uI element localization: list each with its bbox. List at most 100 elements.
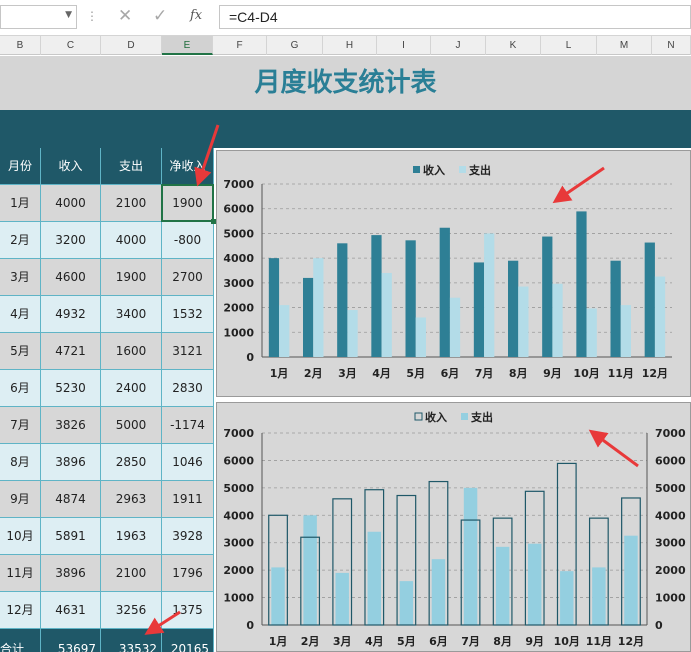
table-cell-income[interactable]: 4000 bbox=[41, 185, 101, 222]
column-header-k[interactable]: K bbox=[486, 36, 541, 55]
table-cell-income[interactable]: 4932 bbox=[41, 296, 101, 333]
insert-function-button[interactable]: fx bbox=[190, 8, 202, 23]
column-header-g[interactable]: G bbox=[267, 36, 323, 55]
selected-cell[interactable] bbox=[161, 184, 214, 222]
table-cell-expense[interactable]: 3256 bbox=[101, 592, 162, 629]
x-tick-label: 3月 bbox=[333, 635, 352, 648]
bar-expense bbox=[279, 305, 290, 357]
table-cell-month[interactable]: 5月 bbox=[0, 333, 41, 370]
table-cell-income[interactable]: 3200 bbox=[41, 222, 101, 259]
chevron-down-icon[interactable]: ▼ bbox=[65, 10, 72, 20]
table-cell-month[interactable]: 4月 bbox=[0, 296, 41, 333]
column-header-m[interactable]: M bbox=[597, 36, 652, 55]
table-cell-net[interactable]: -800 bbox=[162, 222, 214, 259]
table-cell-net[interactable]: 3121 bbox=[162, 333, 214, 370]
table-cell-month[interactable]: 3月 bbox=[0, 259, 41, 296]
table-cell-net[interactable]: 1911 bbox=[162, 481, 214, 518]
table-cell-net[interactable]: 1375 bbox=[162, 592, 214, 629]
y2-tick-label: 2000 bbox=[655, 564, 686, 577]
table-cell-expense[interactable]: 5000 bbox=[101, 407, 162, 444]
table-cell-expense[interactable]: 1963 bbox=[101, 518, 162, 555]
column-header-i[interactable]: I bbox=[377, 36, 431, 55]
table-cell-net[interactable]: 1046 bbox=[162, 444, 214, 481]
cancel-icon[interactable]: ✕ bbox=[118, 6, 132, 26]
table-cell-net[interactable]: -1174 bbox=[162, 407, 214, 444]
more-options-icon[interactable]: ⋮ bbox=[86, 9, 98, 23]
column-header-e[interactable]: E bbox=[162, 36, 213, 55]
bar-income bbox=[576, 211, 587, 357]
column-header-l[interactable]: L bbox=[541, 36, 597, 55]
table-cell-expense[interactable]: 2100 bbox=[101, 555, 162, 592]
x-tick-label: 12月 bbox=[642, 367, 668, 380]
table-cell-expense[interactable]: 2850 bbox=[101, 444, 162, 481]
table-cell-net[interactable]: 2830 bbox=[162, 370, 214, 407]
table-cell-month[interactable]: 11月 bbox=[0, 555, 41, 592]
table-cell-income[interactable]: 3826 bbox=[41, 407, 101, 444]
x-tick-label: 11月 bbox=[608, 367, 634, 380]
x-tick-label: 6月 bbox=[429, 635, 448, 648]
x-tick-label: 12月 bbox=[618, 635, 644, 648]
column-header-h[interactable]: H bbox=[323, 36, 377, 55]
bar-expense bbox=[586, 308, 597, 357]
table-cell-expense[interactable]: 3400 bbox=[101, 296, 162, 333]
total-cell-month[interactable]: 合计 bbox=[0, 629, 41, 652]
column-header-n[interactable]: N bbox=[652, 36, 691, 55]
title-band: 月度收支统计表 bbox=[0, 56, 691, 110]
table-cell-expense[interactable]: 2100 bbox=[101, 185, 162, 222]
table-cell-income[interactable]: 4600 bbox=[41, 259, 101, 296]
bar-expense bbox=[552, 283, 563, 357]
bar-income bbox=[337, 243, 348, 357]
y-tick-label: 7000 bbox=[223, 427, 254, 440]
legend-label-income: 收入 bbox=[425, 410, 447, 424]
table-header-net[interactable]: 净收入 bbox=[162, 148, 214, 185]
chart-top[interactable]: 0 1000 2000 3000 4000 5000 6000 7000 1月 2月 3月 4月 5月 6… bbox=[216, 150, 691, 397]
table-cell-net[interactable]: 1532 bbox=[162, 296, 214, 333]
x-tick-label: 1月 bbox=[270, 367, 289, 380]
table-cell-month[interactable]: 7月 bbox=[0, 407, 41, 444]
column-header-f[interactable]: F bbox=[213, 36, 267, 55]
y-tick-label: 3000 bbox=[223, 537, 254, 550]
formula-input[interactable]: =C4-D4 bbox=[219, 5, 691, 29]
table-cell-expense[interactable]: 1600 bbox=[101, 333, 162, 370]
table-cell-income[interactable]: 4631 bbox=[41, 592, 101, 629]
table-cell-net[interactable]: 3928 bbox=[162, 518, 214, 555]
table-cell-month[interactable]: 9月 bbox=[0, 481, 41, 518]
table-header-income[interactable]: 收入 bbox=[41, 148, 101, 185]
table-header-month[interactable]: 月份 bbox=[0, 148, 41, 185]
column-header-d[interactable]: D bbox=[101, 36, 162, 55]
total-cell-net[interactable]: 20165 bbox=[162, 629, 214, 652]
table-cell-income[interactable]: 5230 bbox=[41, 370, 101, 407]
table-cell-month[interactable]: 12月 bbox=[0, 592, 41, 629]
table-cell-net[interactable]: 2700 bbox=[162, 259, 214, 296]
table-cell-income[interactable]: 3896 bbox=[41, 555, 101, 592]
table-cell-income[interactable]: 5891 bbox=[41, 518, 101, 555]
table-cell-month[interactable]: 6月 bbox=[0, 370, 41, 407]
table-cell-month[interactable]: 2月 bbox=[0, 222, 41, 259]
total-cell-expense[interactable]: 33532 bbox=[101, 629, 162, 652]
x-tick-label: 8月 bbox=[493, 635, 512, 648]
column-header-c[interactable]: C bbox=[41, 36, 101, 55]
table-cell-expense[interactable]: 2400 bbox=[101, 370, 162, 407]
bar-expense bbox=[415, 317, 426, 357]
table-cell-expense[interactable]: 2963 bbox=[101, 481, 162, 518]
chart-bottom[interactable]: 0 0 1000 1000 2000 2000 3000 3000 4000 4000 5000 50… bbox=[216, 402, 691, 652]
x-tick-label: 11月 bbox=[586, 635, 612, 648]
legend-swatch-expense bbox=[461, 413, 468, 420]
total-cell-income[interactable]: 53697 bbox=[41, 629, 101, 652]
table-cell-income[interactable]: 4721 bbox=[41, 333, 101, 370]
table-cell-income[interactable]: 3896 bbox=[41, 444, 101, 481]
table-cell-income[interactable]: 4874 bbox=[41, 481, 101, 518]
column-header-j[interactable]: J bbox=[431, 36, 486, 55]
table-cell-month[interactable]: 1月 bbox=[0, 185, 41, 222]
bar-expense bbox=[399, 581, 414, 625]
column-header-b[interactable]: B bbox=[0, 36, 41, 55]
table-cell-net[interactable]: 1796 bbox=[162, 555, 214, 592]
bar-income bbox=[473, 262, 485, 357]
table-cell-expense[interactable]: 1900 bbox=[101, 259, 162, 296]
table-cell-month[interactable]: 10月 bbox=[0, 518, 41, 555]
name-box[interactable]: ▼ bbox=[0, 5, 77, 29]
table-cell-month[interactable]: 8月 bbox=[0, 444, 41, 481]
enter-icon[interactable]: ✓ bbox=[153, 6, 167, 26]
table-cell-expense[interactable]: 4000 bbox=[101, 222, 162, 259]
table-header-expense[interactable]: 支出 bbox=[101, 148, 162, 185]
